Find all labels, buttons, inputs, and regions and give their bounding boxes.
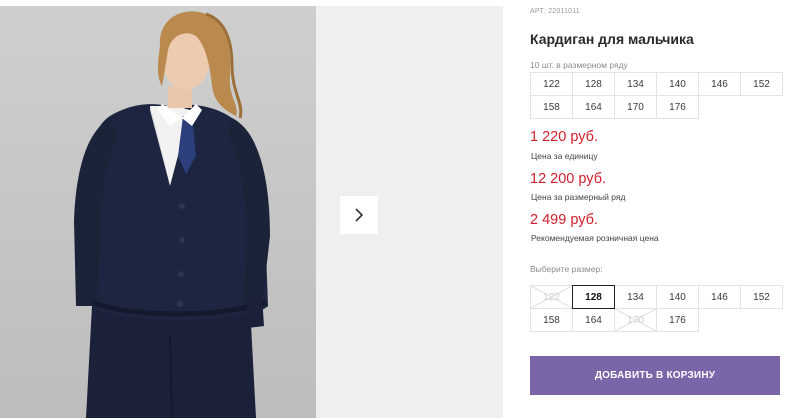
add-to-cart-button[interactable]: ДОБАВИТЬ В КОРЗИНУ (530, 356, 780, 395)
size-option-152[interactable]: 152 (740, 285, 783, 309)
pack-size-cell: 134 (614, 72, 657, 96)
unit-price-label: Цена за единицу (531, 151, 598, 161)
product-gallery (0, 6, 503, 418)
size-option-label: 146 (711, 291, 728, 303)
boy-in-navy-cardigan-image (74, 11, 270, 418)
choose-size-label: Выберите размер: (530, 264, 603, 274)
pack-size-cell: 146 (698, 72, 741, 96)
size-option-label: 140 (669, 291, 686, 303)
size-option-170: 170 (614, 308, 657, 332)
unavailable-cross-icon (531, 286, 572, 308)
pack-size-cell: 158 (530, 95, 573, 119)
size-option-122: 122 (530, 285, 573, 309)
pack-size-cell: 122 (530, 72, 573, 96)
product-title: Кардиган для мальчика (530, 31, 694, 47)
pack-size-cell: 170 (614, 95, 657, 119)
size-option-164[interactable]: 164 (572, 308, 615, 332)
retail-price: 2 499 руб. (530, 212, 598, 228)
next-image-button[interactable] (340, 196, 378, 234)
size-option-label: 128 (585, 291, 602, 303)
size-option-146[interactable]: 146 (698, 285, 741, 309)
size-option-176[interactable]: 176 (656, 308, 699, 332)
product-details: АРТ: 22011011 Кардиган для мальчика 10 ш… (530, 0, 792, 418)
product-photo[interactable] (0, 6, 316, 418)
size-selector: 122 128 134 140 146 152 158 164 170 176 (530, 285, 783, 332)
size-option-140[interactable]: 140 (656, 285, 699, 309)
size-option-128[interactable]: 128 (572, 285, 615, 309)
size-option-label: 134 (627, 291, 644, 303)
pack-sizes-grid: 122 128 134 140 146 152 158 164 170 176 (530, 72, 783, 119)
size-option-label: 158 (543, 314, 560, 326)
size-option-158[interactable]: 158 (530, 308, 573, 332)
pack-size-cell: 164 (572, 95, 615, 119)
chevron-right-icon (355, 208, 364, 222)
pack-price: 12 200 руб. (530, 171, 607, 187)
size-option-label: 176 (669, 314, 686, 326)
unit-price: 1 220 руб. (530, 129, 598, 145)
pack-size-cell: 152 (740, 72, 783, 96)
size-option-label: 164 (585, 314, 602, 326)
pack-size-cell: 140 (656, 72, 699, 96)
pack-size-cell: 128 (572, 72, 615, 96)
product-sku: АРТ: 22011011 (530, 8, 580, 15)
size-option-label: 152 (753, 291, 770, 303)
pack-price-label: Цена за размерный ряд (531, 192, 626, 202)
unavailable-cross-icon (615, 309, 656, 331)
pack-size-cell: 176 (656, 95, 699, 119)
retail-price-label: Рекомендуемая розничная цена (531, 233, 659, 243)
size-option-134[interactable]: 134 (614, 285, 657, 309)
pack-size-note: 10 шт. в размерном ряду (530, 60, 628, 70)
